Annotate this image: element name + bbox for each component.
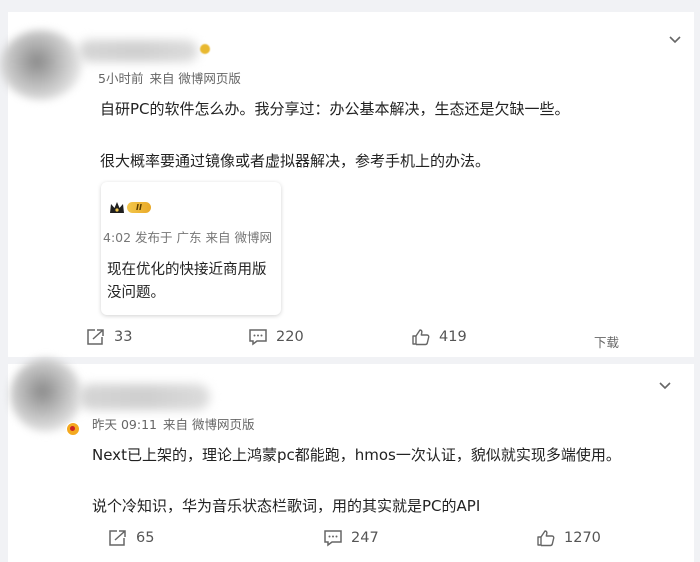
comment-meta: 昨天 09:11 来自 微博网页版 xyxy=(92,414,260,433)
comment-text-line: Next已上架的，理论上鸿蒙pc都能跑，hmos一次认证，貌似就实现多端使用。 xyxy=(92,446,621,464)
chevron-down-icon[interactable] xyxy=(656,376,674,394)
quote-text-line: 没问题。 xyxy=(107,285,165,301)
comment-icon xyxy=(324,530,342,547)
comment-text-line: 很大概率要通过镜像或者虚拟器解决，参考手机上的办法。 xyxy=(100,152,491,170)
repost-icon xyxy=(109,530,126,546)
level-badge: II xyxy=(127,202,151,213)
like-count: 1270 xyxy=(564,530,601,546)
comment-card: 昨天 09:11 来自 微博网页版 Next已上架的，理论上鸿蒙pc都能跑，hmo… xyxy=(8,358,694,562)
verified-badge-icon xyxy=(66,422,80,436)
like-button[interactable]: 419 xyxy=(411,328,467,346)
repost-button[interactable]: 65 xyxy=(108,529,154,547)
like-button[interactable]: 1270 xyxy=(536,529,601,547)
avatar[interactable] xyxy=(0,30,82,100)
quote-text-line: 现在优化的快接近商用版 xyxy=(107,262,267,278)
comment-source[interactable]: 来自 微博网页版 xyxy=(163,417,254,432)
repost-icon xyxy=(87,329,104,345)
comment-time[interactable]: 昨天 09:11 xyxy=(92,417,157,432)
comment-card: 5小时前 来自 微博网页版 自研PC的软件怎么办。我分享过：办公基本解决，生态还是… xyxy=(0,12,694,357)
comment-time[interactable]: 5小时前 xyxy=(98,71,143,86)
username-blurred[interactable] xyxy=(78,384,210,410)
repost-button[interactable]: 33 xyxy=(86,328,132,346)
comment-icon xyxy=(249,329,267,346)
member-badge-icon xyxy=(200,44,210,54)
thumbs-up-icon xyxy=(412,329,430,346)
thumbs-up-icon xyxy=(537,530,555,547)
download-link[interactable]: 下载 xyxy=(594,332,619,351)
crown-icon xyxy=(109,200,125,214)
repost-count: 33 xyxy=(114,329,133,345)
comment-button[interactable]: 220 xyxy=(248,328,304,346)
quote-meta: 4:02 发布于 广东 来自 微博网 xyxy=(103,230,272,245)
comment-text-line: 自研PC的软件怎么办。我分享过：办公基本解决，生态还是欠缺一些。 xyxy=(100,100,570,118)
chevron-down-icon[interactable] xyxy=(666,30,684,48)
like-count: 419 xyxy=(439,329,467,345)
comment-count: 247 xyxy=(351,530,379,546)
quoted-comment[interactable]: II 4:02 发布于 广东 来自 微博网 现在优化的快接近商用版 没问题。 xyxy=(101,182,281,315)
repost-count: 65 xyxy=(136,530,155,546)
avatar[interactable] xyxy=(10,358,82,432)
comment-count: 220 xyxy=(276,329,304,345)
comment-text-line: 说个冷知识，华为音乐状态栏歌词，用的其实就是PC的API xyxy=(92,497,481,515)
comment-source[interactable]: 来自 微博网页版 xyxy=(149,71,240,86)
comment-meta: 5小时前 来自 微博网页版 xyxy=(98,68,247,87)
username-blurred[interactable] xyxy=(78,40,198,62)
comment-button[interactable]: 247 xyxy=(323,529,379,547)
